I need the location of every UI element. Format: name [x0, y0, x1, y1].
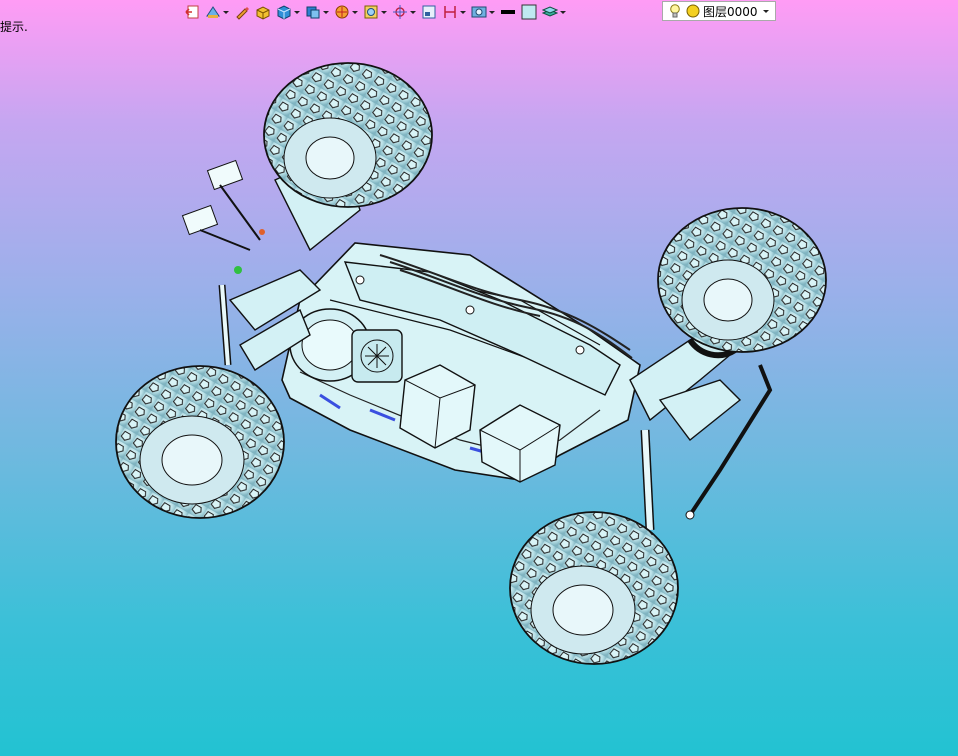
wheel-rear-left[interactable]	[263, 62, 433, 208]
wheel-rear-right[interactable]	[115, 365, 285, 519]
wheel-front-left[interactable]	[657, 207, 827, 353]
wheel-front-right[interactable]	[509, 511, 679, 665]
rc-car-model[interactable]	[0, 0, 958, 756]
graphics-viewport[interactable]: 提示. 图层0000	[0, 0, 958, 756]
